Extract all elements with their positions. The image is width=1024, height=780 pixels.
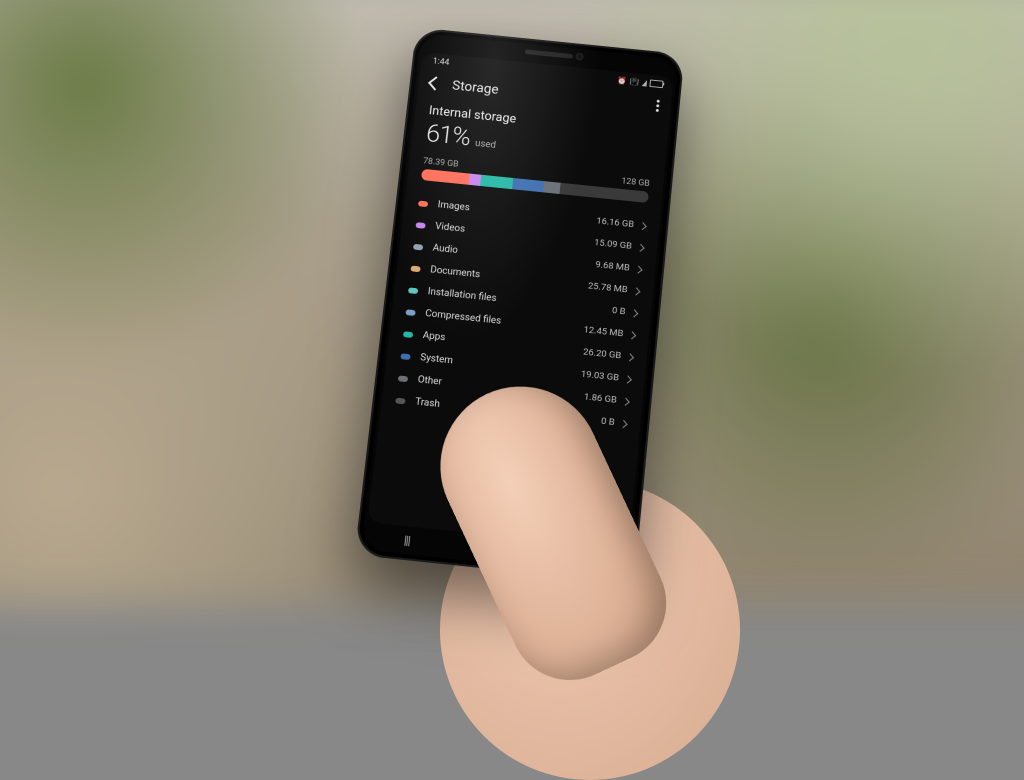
category-size: 16.16 GB xyxy=(596,216,635,230)
chevron-right-icon xyxy=(624,375,632,383)
category-color-icon xyxy=(408,287,418,294)
chevron-right-icon xyxy=(630,309,638,317)
category-color-icon xyxy=(413,243,423,250)
alarm-icon: ⏰ xyxy=(617,76,627,85)
chevron-right-icon xyxy=(634,265,642,273)
chevron-right-icon xyxy=(626,353,634,361)
category-size: 15.09 GB xyxy=(594,237,633,251)
usage-bar-segment xyxy=(543,181,560,194)
page-title: Storage xyxy=(451,78,499,97)
category-color-icon xyxy=(395,397,406,404)
category-color-icon xyxy=(418,200,428,207)
front-camera xyxy=(575,53,583,61)
status-time: 1:44 xyxy=(432,57,450,68)
chevron-right-icon xyxy=(619,419,627,427)
category-size: 9.68 MB xyxy=(595,260,630,274)
used-size: 78.39 GB xyxy=(423,157,459,170)
battery-icon xyxy=(649,79,663,88)
usage-used-label: used xyxy=(474,138,496,150)
category-size: 0 B xyxy=(612,305,626,317)
category-size: 1.86 GB xyxy=(583,392,617,406)
chevron-right-icon xyxy=(621,397,629,405)
category-size: 19.03 GB xyxy=(580,369,619,384)
category-color-icon xyxy=(400,353,410,360)
chevron-right-icon xyxy=(632,287,640,295)
usage-percent: 61% xyxy=(425,120,472,152)
category-color-icon xyxy=(415,222,425,229)
usage-bar-segment xyxy=(421,169,470,185)
back-icon[interactable] xyxy=(428,76,443,90)
category-color-icon xyxy=(403,331,413,338)
usage-bar-segment xyxy=(512,178,545,192)
nav-recent-button[interactable]: ||| xyxy=(403,533,416,548)
category-size: 25.78 MB xyxy=(587,281,628,295)
signal-icon xyxy=(642,79,647,86)
chevron-right-icon xyxy=(639,222,647,230)
category-size: 12.45 MB xyxy=(583,325,624,340)
category-color-icon xyxy=(410,265,420,272)
category-size: 0 B xyxy=(601,416,616,428)
vibrate-icon: 📳 xyxy=(629,77,639,86)
chevron-right-icon xyxy=(628,331,636,339)
usage-bar-segment xyxy=(480,175,513,189)
total-size: 128 GB xyxy=(621,177,650,189)
category-size: 26.20 GB xyxy=(583,347,622,361)
category-color-icon xyxy=(405,309,415,316)
more-options-button[interactable] xyxy=(652,96,664,116)
chevron-right-icon xyxy=(636,243,644,251)
earpiece xyxy=(525,49,573,58)
category-color-icon xyxy=(398,375,408,382)
